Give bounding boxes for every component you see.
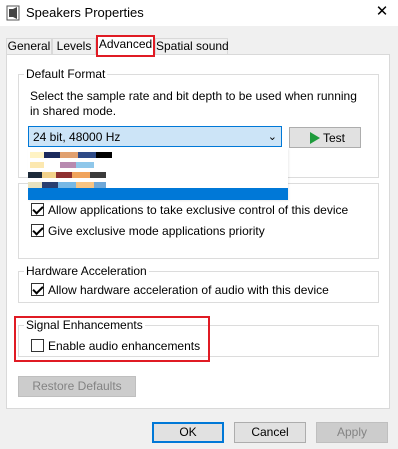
sample-rate-select[interactable]: 24 bit, 48000 Hz ⌄	[28, 126, 282, 147]
speaker-properties-icon	[6, 5, 20, 21]
tab-advanced-highlight	[96, 35, 155, 57]
test-button[interactable]: Test	[289, 127, 361, 148]
sample-rate-value: 24 bit, 48000 Hz	[33, 130, 121, 144]
signal-enhancements-highlight	[14, 316, 210, 362]
hardware-acceleration-legend: Hardware Acceleration	[24, 264, 149, 278]
test-button-label: Test	[323, 131, 346, 145]
play-icon	[310, 132, 320, 144]
sample-rate-dropdown-list[interactable]	[28, 148, 288, 200]
default-format-description: Select the sample rate and bit depth to …	[30, 89, 357, 118]
window-title: Speakers Properties	[26, 5, 144, 20]
tab-levels[interactable]: Levels	[52, 38, 96, 55]
allow-exclusive-label[interactable]: Allow applications to take exclusive con…	[48, 203, 348, 217]
give-priority-checkbox[interactable]	[31, 224, 44, 237]
give-priority-label[interactable]: Give exclusive mode applications priorit…	[48, 224, 265, 238]
chevron-down-icon: ⌄	[267, 131, 277, 143]
default-format-legend: Default Format	[24, 67, 108, 81]
close-icon[interactable]: ✕	[372, 2, 392, 22]
hardware-acceleration-label[interactable]: Allow hardware acceleration of audio wit…	[48, 283, 329, 297]
apply-button[interactable]: Apply	[316, 422, 388, 443]
restore-defaults-button[interactable]: Restore Defaults	[18, 376, 136, 397]
tab-general[interactable]: General	[6, 38, 52, 55]
tab-spatial-sound[interactable]: Spatial sound	[155, 38, 229, 55]
cancel-button[interactable]: Cancel	[234, 422, 306, 443]
hardware-acceleration-checkbox[interactable]	[31, 283, 44, 296]
allow-exclusive-checkbox[interactable]	[31, 203, 44, 216]
ok-button[interactable]: OK	[152, 422, 224, 443]
